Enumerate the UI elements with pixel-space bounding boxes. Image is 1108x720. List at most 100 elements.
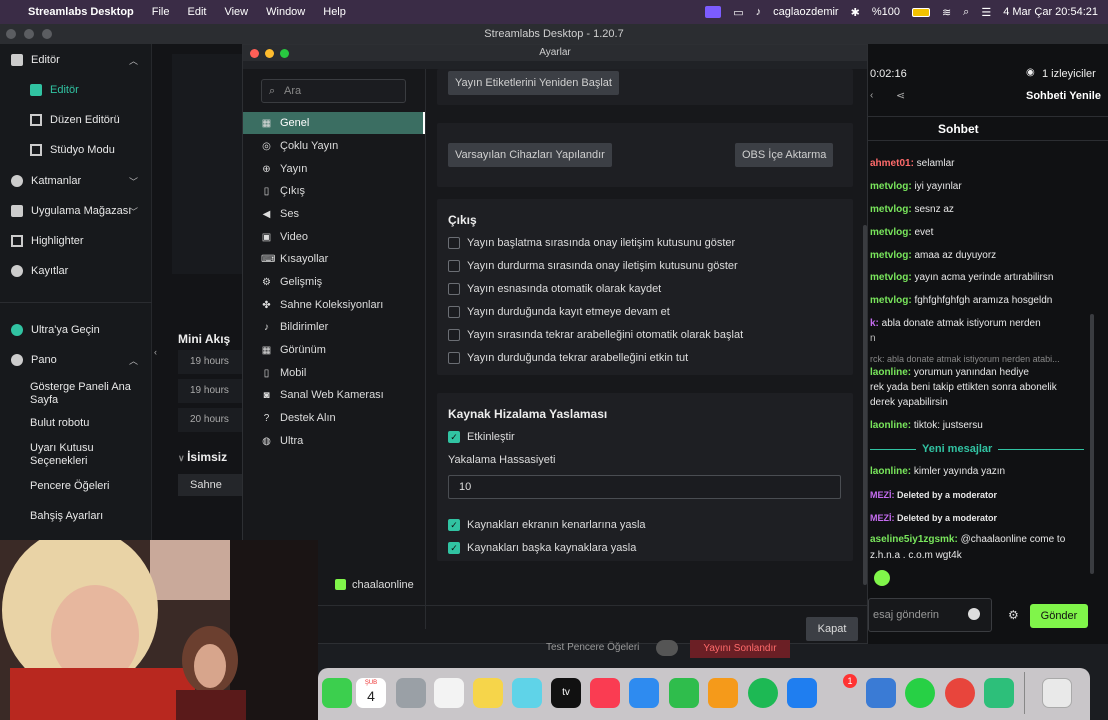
dialog-minimize-dot[interactable] <box>265 49 274 58</box>
settings-nav-audio[interactable]: ◀ Ses <box>243 203 425 225</box>
chrome-icon[interactable] <box>945 678 975 708</box>
control-center-icon[interactable]: ☰ <box>981 6 991 19</box>
checkbox[interactable] <box>448 329 460 341</box>
trash-icon[interactable] <box>1042 678 1072 708</box>
chevron-up-icon[interactable]: ︿ <box>129 54 138 67</box>
menu-file[interactable]: File <box>152 6 170 18</box>
chat-user[interactable]: metvlog: <box>870 250 912 261</box>
checkbox-checked[interactable]: ✓ <box>448 542 460 554</box>
whatsapp-icon[interactable] <box>905 678 935 708</box>
settings-nav-support[interactable]: ? Destek Alın <box>243 407 425 429</box>
sidebar-item-studio-mode[interactable]: Stüdyo Modu <box>0 137 152 163</box>
clock[interactable]: 4 Mar Çar 20:54:21 <box>1003 6 1098 18</box>
settings-nav-stream[interactable]: ⊕ Yayın <box>243 158 425 180</box>
output-option-row[interactable]: Yayın durdurma sırasında onay iletişim k… <box>448 260 738 272</box>
menu-user[interactable]: caglaozdemir <box>773 6 838 18</box>
menu-view[interactable]: View <box>224 6 248 18</box>
settings-nav-video[interactable]: ▣ Video <box>243 226 425 248</box>
window-min-dot[interactable] <box>24 29 34 39</box>
restart-tags-button[interactable]: Yayın Etiketlerini Yeniden Başlat <box>448 71 619 95</box>
chat-user[interactable]: metvlog: <box>870 204 912 215</box>
configure-devices-button[interactable]: Varsayılan Cihazları Yapılandır <box>448 143 612 167</box>
sidebar-item-widgets[interactable]: Pencere Öğeleri <box>0 473 152 499</box>
spotify-icon[interactable] <box>748 678 778 708</box>
spotlight-icon[interactable]: ⌕ <box>963 6 969 19</box>
volume-icon[interactable]: ♪ <box>756 6 762 18</box>
menu-help[interactable]: Help <box>323 6 346 18</box>
checkbox[interactable] <box>448 283 460 295</box>
streamlabs-icon[interactable] <box>984 678 1014 708</box>
output-option-row[interactable]: Yayın durduğunda tekrar arabelleğini etk… <box>448 352 688 364</box>
enable-snapping-row[interactable]: ✓ Etkinleştir <box>448 431 515 443</box>
contacts-icon[interactable] <box>396 678 426 708</box>
chat-user[interactable]: laonline: <box>870 420 911 431</box>
menu-edit[interactable]: Edit <box>188 6 207 18</box>
chat-user[interactable]: metvlog: <box>870 272 912 283</box>
settings-nav-hotkeys[interactable]: ⌨ Kısayollar <box>243 248 425 270</box>
chat-user[interactable]: laonline: <box>870 466 911 477</box>
settings-nav-output[interactable]: ▯ Çıkış <box>243 180 425 202</box>
screen-record-icon[interactable] <box>705 6 722 18</box>
settings-nav-notifications[interactable]: ♪ Bildirimler <box>243 316 425 338</box>
sidebar-item-cloudbot[interactable]: Bulut robotu <box>0 410 152 436</box>
settings-nav-mobile[interactable]: ▯ Mobil <box>243 362 425 384</box>
sidebar-item-dashboard-home[interactable]: Gösterge Paneli Ana Sayfa <box>0 377 152 411</box>
reminders-icon[interactable] <box>434 678 464 708</box>
test-widgets-toggle[interactable] <box>656 640 678 656</box>
obs-import-button[interactable]: OBS İçe Aktarma <box>735 143 834 167</box>
output-option-row[interactable]: Yayın başlatma sırasında onay iletişim k… <box>448 237 735 249</box>
window-close-dot[interactable] <box>6 29 16 39</box>
calendar-icon[interactable]: ŞUB 4 <box>356 678 386 708</box>
output-option-row[interactable]: Yayın sırasında tekrar arabelleğini otom… <box>448 329 743 341</box>
music-icon[interactable] <box>590 678 620 708</box>
settings-nav-ultra[interactable]: ◍ Ultra <box>243 430 425 452</box>
settings-search-input[interactable]: ⌕ Ara <box>261 79 406 103</box>
snap-edges-row[interactable]: ✓ Kaynakları ekranın kenarlarına yasla <box>448 519 646 531</box>
chevron-down-icon[interactable]: ﹀ <box>129 205 138 218</box>
chat-user[interactable]: aseline5iy1zgsmk: <box>870 534 958 545</box>
wifi-icon[interactable]: ≋ <box>942 6 951 19</box>
sidebar-editor-section[interactable]: Editör ︿ <box>0 47 152 73</box>
settings-nav-general[interactable]: ▦ Genel <box>243 112 425 134</box>
sidebar-item-dashboard[interactable]: Pano ︿ <box>0 347 152 373</box>
scene-item[interactable]: Sahne <box>178 474 242 496</box>
app-store-icon[interactable] <box>787 678 817 708</box>
sensitivity-input[interactable]: 10 <box>448 475 841 499</box>
settings-nav-scene-collections[interactable]: ✤ Sahne Koleksiyonları <box>243 294 425 316</box>
checkbox[interactable] <box>448 237 460 249</box>
dialog-close-dot[interactable] <box>250 49 259 58</box>
test-widgets-label[interactable]: Test Pencere Öğeleri <box>546 642 639 653</box>
chat-user[interactable]: metvlog: <box>870 227 912 238</box>
menu-window[interactable]: Window <box>266 6 305 18</box>
chat-user[interactable]: metvlog: <box>870 295 912 306</box>
dialog-maximize-dot[interactable] <box>280 49 289 58</box>
display-icon[interactable]: ▭ <box>733 6 743 19</box>
chat-user[interactable]: MEZİ: <box>870 513 895 523</box>
facetime-icon[interactable] <box>322 678 352 708</box>
chevron-up-icon[interactable]: ︿ <box>129 354 138 367</box>
output-option-row[interactable]: Yayın durduğunda kayıt etmeye devam et <box>448 306 670 318</box>
chat-scrollbar[interactable] <box>1090 314 1094 574</box>
settings-nav-appearance[interactable]: ▦ Görünüm <box>243 339 425 361</box>
chevron-down-icon[interactable]: ﹀ <box>129 175 138 188</box>
end-stream-button[interactable]: Yayını Sonlandır <box>690 640 790 658</box>
chat-user[interactable]: k: <box>870 318 879 329</box>
emoji-icon[interactable] <box>968 608 980 620</box>
checkbox[interactable] <box>448 260 460 272</box>
refresh-chat-button[interactable]: Sohbeti Yenile <box>1026 90 1101 102</box>
checkbox[interactable] <box>448 306 460 318</box>
output-option-row[interactable]: Yayın esnasında otomatik olarak kaydet <box>448 283 661 295</box>
apple-tv-icon[interactable]: tv <box>551 678 581 708</box>
pages-icon[interactable] <box>708 678 738 708</box>
settings-nav-advanced[interactable]: ⚙ Gelişmiş <box>243 271 425 293</box>
sidebar-item-recordings[interactable]: Kayıtlar <box>0 258 152 284</box>
sidebar-item-ultra[interactable]: Ultra'ya Geçin <box>0 317 152 343</box>
sidebar-item-tip-settings[interactable]: Bahşiş Ayarları <box>0 503 152 529</box>
sidebar-item-editor[interactable]: Editör <box>0 77 152 103</box>
close-button[interactable]: Kapat <box>806 617 858 641</box>
chat-user[interactable]: laonline: <box>870 367 911 378</box>
sidebar-item-highlighter[interactable]: Highlighter <box>0 228 152 254</box>
bluetooth-icon[interactable]: ✱ <box>851 6 860 19</box>
sidebar-item-alertbox[interactable]: Uyarı Kutusu Seçenekleri <box>0 438 152 472</box>
settings-nav-virtual-webcam[interactable]: ◙ Sanal Web Kamerası <box>243 384 425 406</box>
